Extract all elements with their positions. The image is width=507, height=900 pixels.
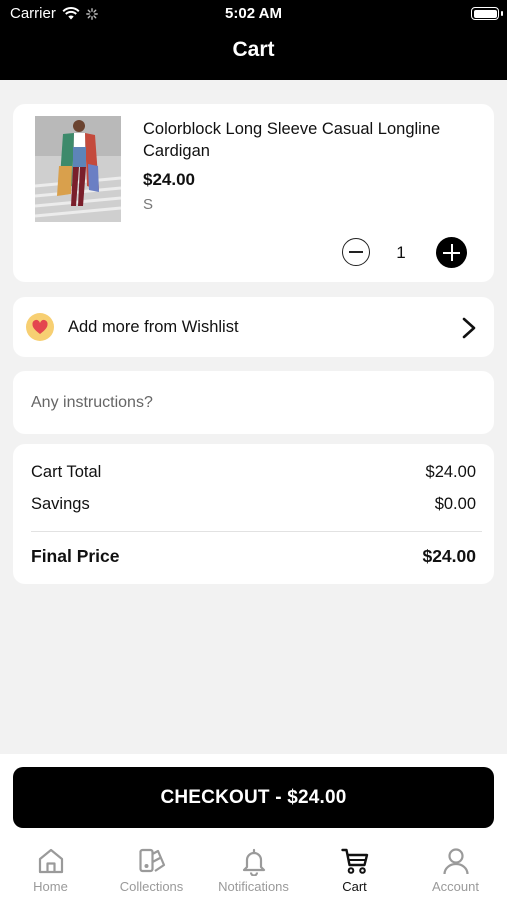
status-bar: Carrier 5:02 AM xyxy=(0,0,507,28)
wishlist-label: Add more from Wishlist xyxy=(68,318,239,336)
tab-label-collections: Collections xyxy=(119,879,184,894)
tab-label-notifications: Notifications xyxy=(218,879,289,894)
battery-icon xyxy=(471,7,499,20)
instructions-card xyxy=(13,371,494,434)
add-from-wishlist-row[interactable]: Add more from Wishlist xyxy=(13,297,494,357)
savings-value: $0.00 xyxy=(434,495,476,513)
increase-quantity-button[interactable] xyxy=(436,237,467,268)
product-size: S xyxy=(143,196,154,213)
quantity-value: 1 xyxy=(396,243,406,262)
tab-bar: Home Collections Notifications Cart Acco… xyxy=(0,840,507,900)
tab-account[interactable]: Account xyxy=(405,840,506,900)
tab-cart[interactable]: Cart xyxy=(304,840,405,900)
collections-icon xyxy=(138,848,165,873)
instructions-input[interactable] xyxy=(31,389,471,417)
bell-icon xyxy=(242,848,265,876)
battery-tip xyxy=(501,11,503,16)
final-price-value: $24.00 xyxy=(422,546,476,566)
divider xyxy=(31,531,482,532)
home-icon xyxy=(38,848,63,874)
product-name[interactable]: Colorblock Long Sleeve Casual Longline C… xyxy=(143,118,443,162)
tab-label-cart: Cart xyxy=(342,879,367,894)
chevron-right-icon xyxy=(462,317,476,339)
price-summary-card: Cart Total $24.00 Savings $0.00 Final Pr… xyxy=(13,444,494,584)
app-header: Carrier 5:02 AM Cart xyxy=(0,0,507,80)
checkout-button[interactable]: CHECKOUT - $24.00 xyxy=(13,767,494,828)
status-time: 5:02 AM xyxy=(225,5,282,22)
product-image[interactable] xyxy=(35,116,121,222)
tab-notifications[interactable]: Notifications xyxy=(203,840,304,900)
tab-collections[interactable]: Collections xyxy=(101,840,202,900)
page-title: Cart xyxy=(232,38,275,61)
tab-label-home: Home xyxy=(33,879,68,894)
final-price-label: Final Price xyxy=(31,546,120,566)
decrease-quantity-button[interactable] xyxy=(342,238,370,266)
tab-label-account: Account xyxy=(432,879,479,894)
cart-total-row: Cart Total $24.00 xyxy=(31,463,476,482)
cart-item-card: Colorblock Long Sleeve Casual Longline C… xyxy=(13,104,494,282)
cart-total-value: $24.00 xyxy=(425,463,476,481)
final-price-row: Final Price $24.00 xyxy=(31,546,476,567)
product-photo xyxy=(35,116,121,222)
savings-row: Savings $0.00 xyxy=(31,495,476,514)
tab-home[interactable]: Home xyxy=(0,840,101,900)
checkout-label: CHECKOUT - $24.00 xyxy=(160,786,347,808)
product-price: $24.00 xyxy=(143,170,195,189)
cart-total-label: Cart Total xyxy=(31,463,102,481)
cart-icon xyxy=(340,848,368,874)
savings-label: Savings xyxy=(31,495,90,513)
account-icon xyxy=(442,848,469,875)
heart-icon xyxy=(26,313,54,341)
